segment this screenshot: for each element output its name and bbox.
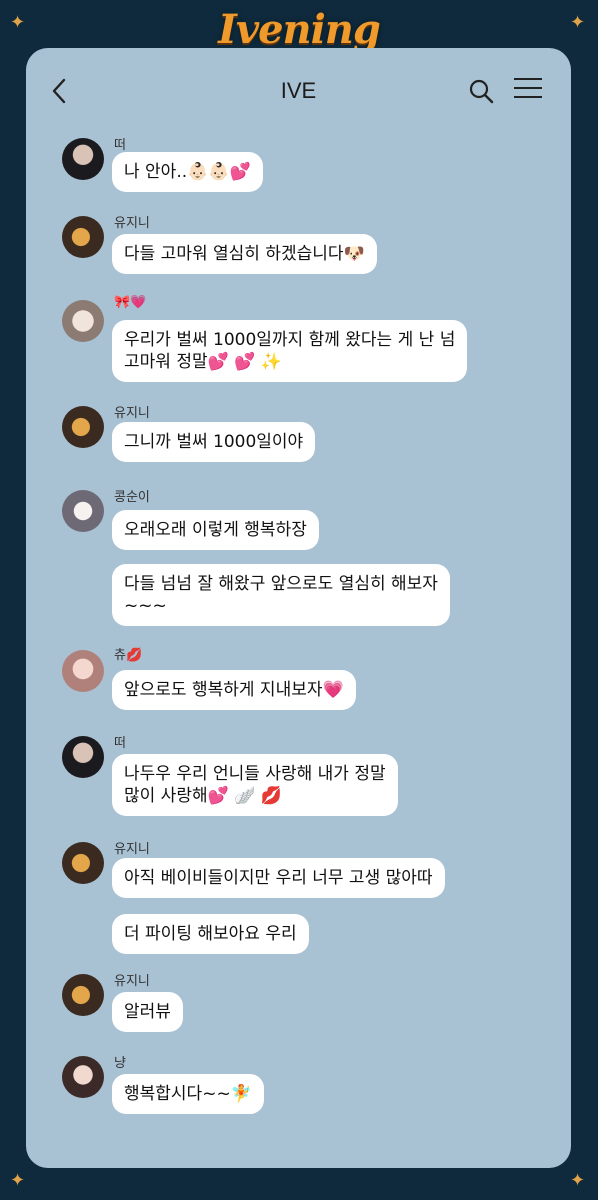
message-bubble[interactable]: 나두우 우리 언니들 사랑해 내가 정말 많이 사랑해💕 🪽 💋 <box>112 754 398 816</box>
sender-name: 유지니 <box>114 973 150 988</box>
avatar[interactable] <box>62 650 104 692</box>
sparkle-icon: ✦ <box>10 1170 26 1191</box>
sender-name: 떠 <box>114 137 126 152</box>
search-button[interactable] <box>466 76 498 108</box>
avatar[interactable] <box>62 216 104 258</box>
avatar[interactable] <box>62 490 104 532</box>
message-bubble[interactable]: 아직 베이비들이지만 우리 너무 고생 많아따 <box>112 858 445 898</box>
chat-window: IVE 떠 나 안아..👶🏻👶🏻💕 유지니 다들 고마워 열심히 하겠습니다🐶 <box>26 48 571 1168</box>
sender-name: 콩순이 <box>114 489 150 504</box>
brand-logo: Ivening <box>218 6 381 53</box>
menu-button[interactable] <box>514 78 546 106</box>
sender-name: 츄💋 <box>114 647 143 662</box>
sender-name: 유지니 <box>114 405 150 420</box>
avatar[interactable] <box>62 974 104 1016</box>
message-bubble[interactable]: 행복합시다~~🧚 <box>112 1074 264 1114</box>
avatar[interactable] <box>62 300 104 342</box>
avatar[interactable] <box>62 842 104 884</box>
message-bubble[interactable]: 알러뷰 <box>112 992 183 1032</box>
message-bubble[interactable]: 다들 넘넘 잘 해왔구 앞으로도 열심히 해보자 ~~~ <box>112 564 450 626</box>
sender-name: 🎀💗 <box>114 294 147 309</box>
sender-name: 떠 <box>114 735 126 750</box>
avatar[interactable] <box>62 406 104 448</box>
hamburger-menu-icon <box>514 78 546 98</box>
message-bubble[interactable]: 다들 고마워 열심히 하겠습니다🐶 <box>112 234 377 274</box>
sparkle-icon: ✦ <box>570 1170 586 1191</box>
chat-header: IVE <box>26 48 571 136</box>
avatar[interactable] <box>62 736 104 778</box>
sender-name: 유지니 <box>114 841 150 856</box>
search-icon <box>469 79 494 104</box>
message-bubble[interactable]: 오래오래 이렇게 행복하장 <box>112 510 319 550</box>
sender-name: 냥 <box>114 1055 126 1070</box>
sender-name: 유지니 <box>114 215 150 230</box>
message-bubble[interactable]: 나 안아..👶🏻👶🏻💕 <box>112 152 263 192</box>
avatar[interactable] <box>62 1056 104 1098</box>
avatar[interactable] <box>62 138 104 180</box>
message-bubble[interactable]: 더 파이팅 해보아요 우리 <box>112 914 309 954</box>
message-bubble[interactable]: 우리가 벌써 1000일까지 함께 왔다는 게 난 넘 고마워 정말💕 💕 ✨ <box>112 320 468 382</box>
message-bubble[interactable]: 그니까 벌써 1000일이야 <box>112 422 316 462</box>
message-bubble[interactable]: 앞으로도 행복하게 지내보자💗 <box>112 670 356 710</box>
